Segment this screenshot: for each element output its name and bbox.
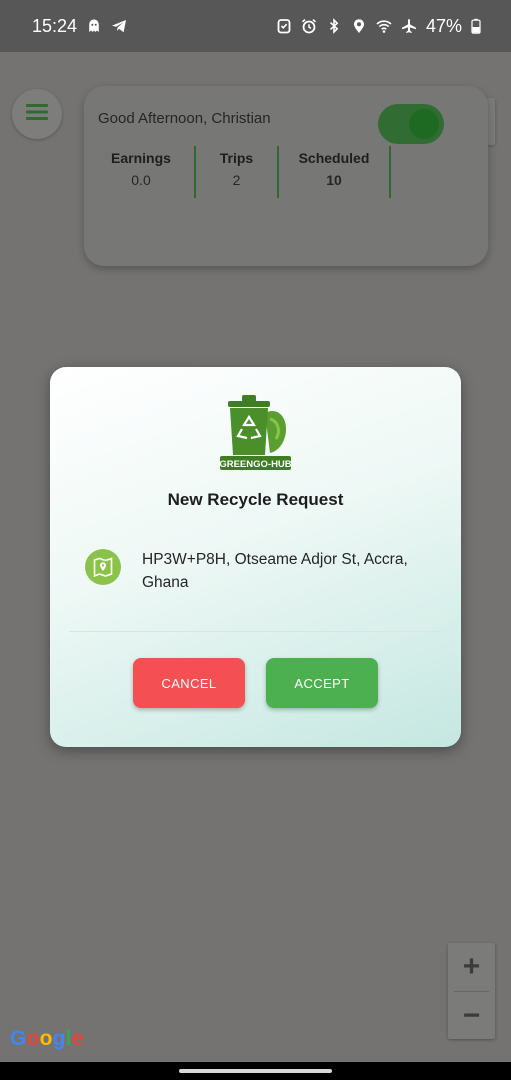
dialog-divider (69, 631, 441, 632)
google-logo-letter: o (26, 1027, 40, 1050)
wifi-icon (376, 18, 392, 34)
status-time: 15:24 (32, 15, 78, 36)
dialog-title: New Recycle Request (167, 490, 344, 509)
status-bar: 15:24 47% (0, 0, 511, 52)
stat-title: Earnings (111, 150, 171, 166)
ghost-icon (86, 18, 102, 34)
zoom-out-button[interactable]: − (448, 992, 495, 1040)
stat-earnings: Earnings 0.0 (98, 146, 184, 198)
navigation-bar (0, 1062, 511, 1080)
stats-row: Earnings 0.0 Trips 2 Scheduled 10 (98, 146, 391, 198)
battery-percent: 47% (425, 15, 462, 36)
stat-value: 2 (232, 172, 241, 188)
stat-scheduled: Scheduled 10 (279, 146, 389, 198)
google-logo-letter: G (10, 1027, 27, 1050)
greeting-text: Good Afternoon, Christian (98, 110, 271, 127)
location-icon (351, 18, 367, 34)
bluetooth-icon (326, 18, 342, 34)
map-pin-icon (85, 549, 121, 585)
stat-trips: Trips 2 (196, 146, 277, 198)
security-icon (276, 18, 292, 34)
stat-title: Trips (219, 150, 254, 166)
hamburger-menu-icon (25, 102, 49, 127)
google-logo-letter: e (71, 1027, 84, 1050)
telegram-icon (111, 18, 127, 34)
online-toggle[interactable] (378, 104, 444, 144)
zoom-in-button[interactable]: + (448, 943, 495, 991)
stat-divider (389, 146, 391, 198)
menu-button[interactable] (12, 89, 62, 139)
google-logo: Google (10, 1027, 84, 1051)
cancel-button[interactable]: CANCEL (133, 658, 245, 708)
stat-value: 10 (326, 172, 342, 188)
recycle-bin-logo-icon: GREENGO-HUB (218, 393, 294, 473)
stat-value: 0.0 (131, 172, 151, 188)
recycle-request-dialog: GREENGO-HUB New Recycle Request HP3W+P8H… (50, 367, 461, 747)
airplane-icon (401, 18, 417, 34)
battery-icon (471, 18, 481, 34)
accept-button[interactable]: ACCEPT (266, 658, 378, 708)
toggle-knob (409, 109, 439, 139)
status-bar-left: 15:24 (32, 16, 127, 37)
google-logo-letter: g (52, 1027, 66, 1050)
pickup-address: HP3W+P8H, Otseame Adjor St, Accra, Ghana (142, 551, 408, 591)
google-logo-letter: o (39, 1027, 53, 1050)
logo-text: GREENGO-HUB (219, 459, 291, 470)
zoom-control: + − (448, 943, 495, 1039)
gesture-handle[interactable] (179, 1069, 332, 1073)
driver-summary-card: Good Afternoon, Christian Earnings 0.0 T… (84, 86, 488, 266)
alarm-icon (301, 18, 317, 34)
stat-title: Scheduled (298, 150, 370, 166)
status-bar-right: 47% (276, 16, 481, 37)
